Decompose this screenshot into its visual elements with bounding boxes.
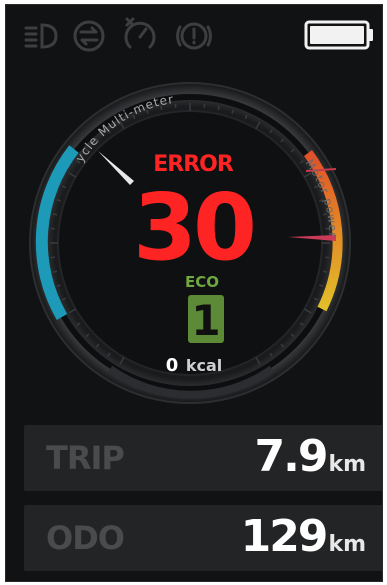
assist-level: 1: [191, 296, 220, 345]
multi-meter: ycle Multi-meter Motor power ERROR 30 EC…: [6, 69, 382, 409]
odo-unit: km: [328, 532, 366, 557]
trip-reading: 7.9 km: [254, 431, 366, 482]
meter-tick: [217, 105, 220, 111]
calories-unit: kcal: [186, 356, 222, 375]
assist-mode-label: ECO: [185, 273, 219, 291]
calories-value: 0: [166, 355, 179, 376]
warning-icon: [176, 22, 212, 50]
speedometer-icon: [124, 17, 156, 49]
battery-level-fill: [310, 26, 364, 44]
odo-value: 129: [240, 511, 329, 562]
display-screen: ycle Multi-meter Motor power ERROR 30 EC…: [5, 4, 383, 582]
trip-unit: km: [328, 452, 366, 477]
trip-label: TRIP: [46, 439, 125, 477]
battery-icon: [304, 20, 373, 50]
transfer-icon: [73, 20, 105, 52]
error-code: 30: [133, 174, 253, 281]
meter-tick: [322, 270, 328, 273]
odo-panel[interactable]: ODO 129 km: [24, 505, 382, 571]
trip-value: 7.9: [254, 431, 328, 482]
headlight-icon: [24, 23, 58, 49]
status-bar: [6, 5, 382, 65]
meter-tick: [52, 213, 58, 216]
meter-tick: [52, 270, 58, 273]
svg-text:0 kcal: 0 kcal: [166, 355, 223, 376]
odo-label: ODO: [46, 519, 125, 557]
odo-reading: 129 km: [241, 511, 366, 562]
trip-panel[interactable]: TRIP 7.9 km: [24, 425, 382, 491]
